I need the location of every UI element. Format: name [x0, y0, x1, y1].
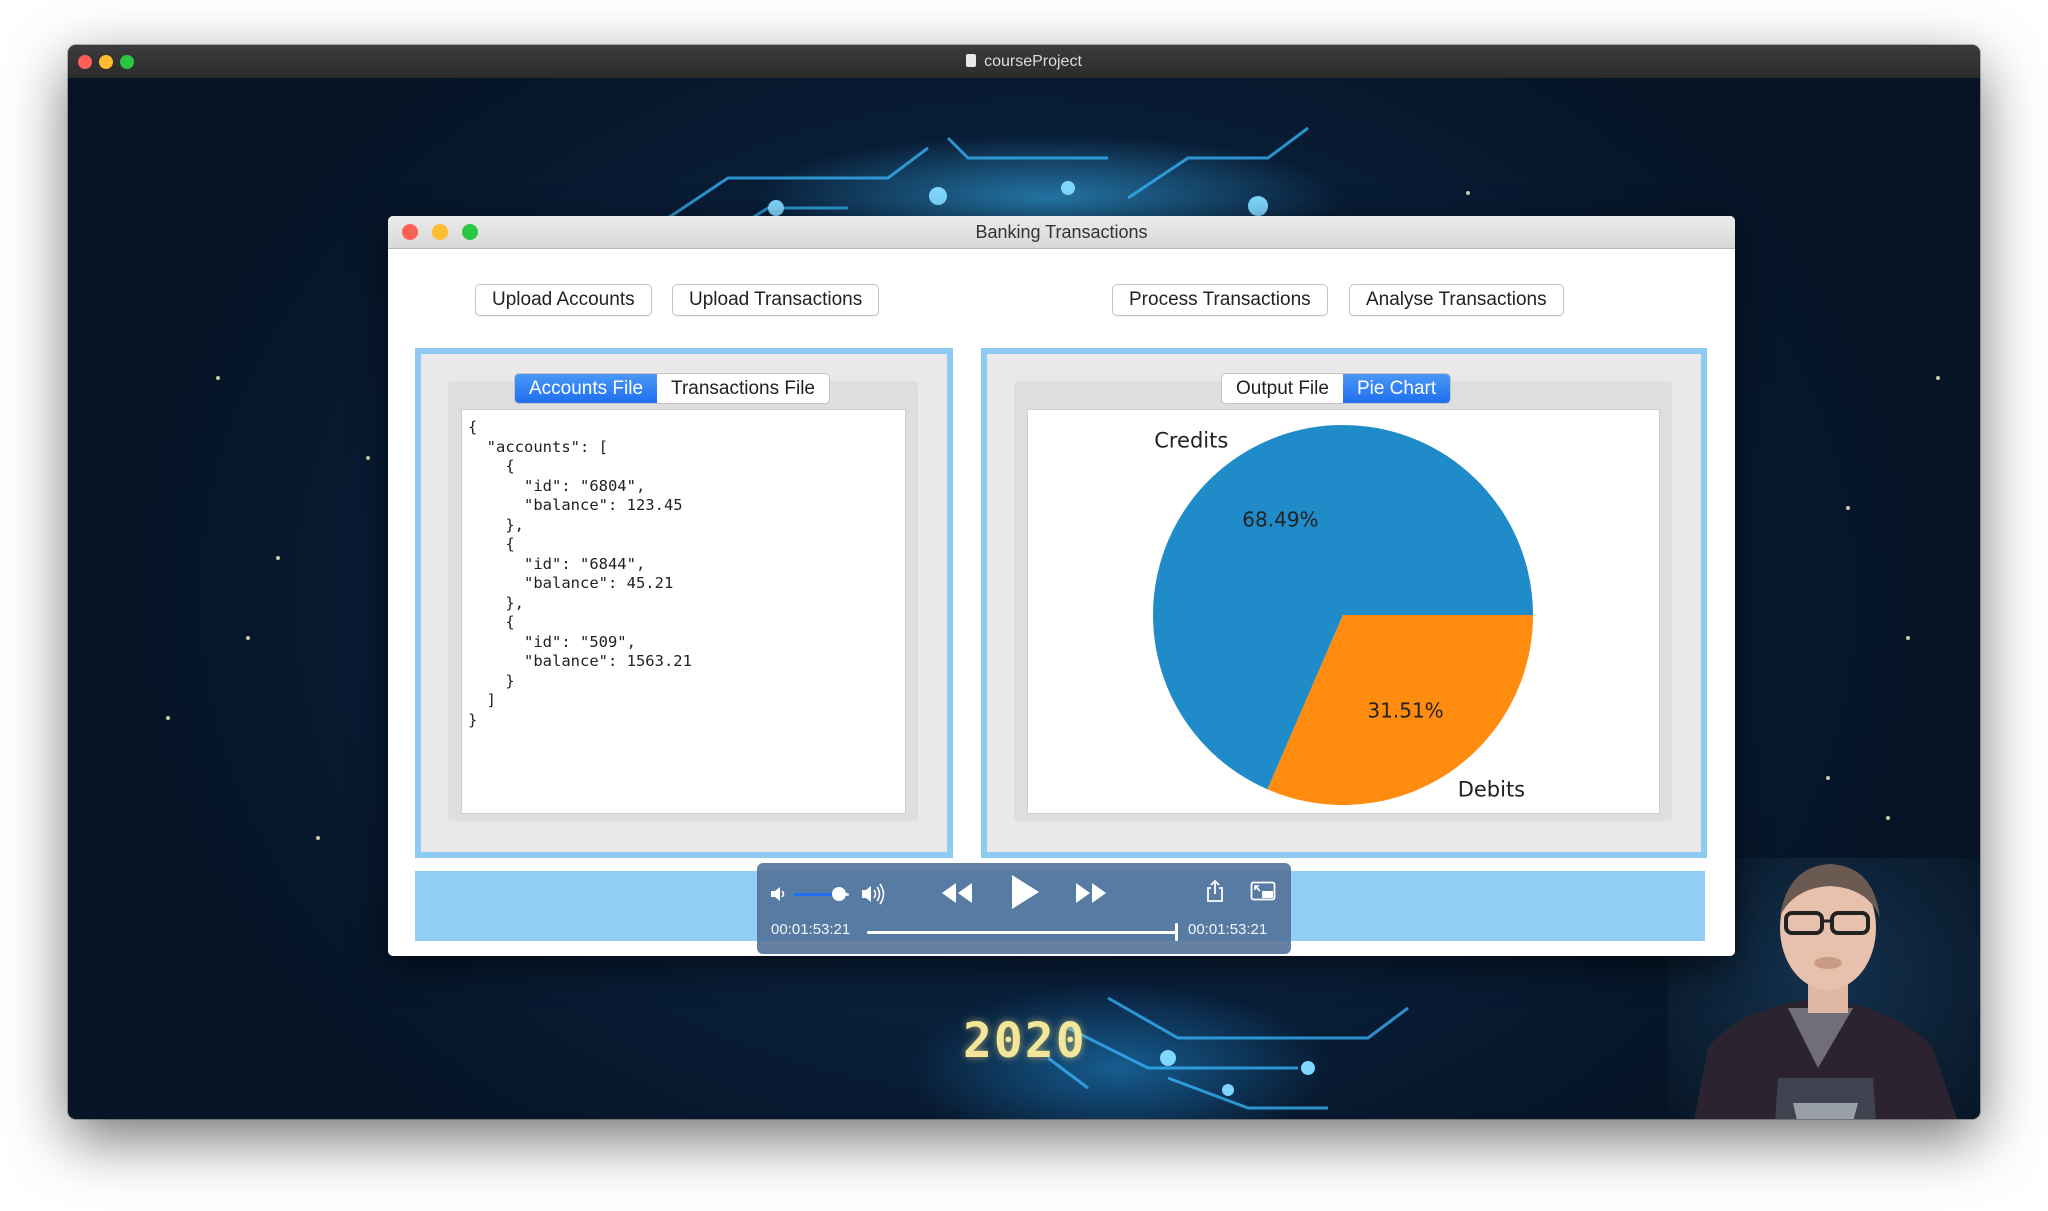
app-title: Banking Transactions	[975, 222, 1148, 242]
share-icon[interactable]	[1205, 879, 1225, 903]
pie-chart-area: 68.49% Credits 31.51% Debits	[1027, 409, 1660, 814]
scrubber-progress	[867, 931, 1177, 934]
upload-accounts-button[interactable]: Upload Accounts	[475, 284, 652, 316]
media-controls: 00:01:53:21 00:01:53:21	[757, 863, 1291, 954]
year-label: 2020	[963, 1013, 1087, 1069]
pie-category-label-debits: Debits	[1458, 778, 1525, 802]
pie-category-label-credits: Credits	[1154, 428, 1228, 452]
volume-low-icon[interactable]	[769, 885, 787, 903]
accounts-panel: Accounts File Transactions File { "accou…	[415, 348, 953, 858]
banking-app-window: Banking Transactions Upload Accounts Upl…	[388, 216, 1735, 956]
accounts-json-text: { "accounts": [ { "id": "6804", "balance…	[468, 418, 692, 729]
process-transactions-button[interactable]: Process Transactions	[1112, 284, 1328, 316]
pie-percent-label-debits: 31.51%	[1367, 698, 1443, 722]
app-titlebar: Banking Transactions	[388, 216, 1735, 249]
volume-slider-knob[interactable]	[831, 887, 846, 901]
scrubber-handle[interactable]	[1175, 923, 1178, 941]
right-tabbar: Output File Pie Chart	[1221, 373, 1452, 404]
left-tabbar: Accounts File Transactions File	[514, 373, 831, 404]
analyse-transactions-button[interactable]: Analyse Transactions	[1349, 284, 1564, 316]
player-titlebar: courseProject	[68, 45, 1980, 79]
player-title: courseProject	[68, 45, 1980, 78]
picture-in-picture-icon[interactable]	[1250, 881, 1276, 903]
elapsed-time: 00:01:53:21	[771, 921, 851, 938]
accounts-file-viewer[interactable]: { "accounts": [ { "id": "6804", "balance…	[461, 409, 906, 814]
fast-forward-icon[interactable]	[1074, 880, 1108, 906]
tab-pie-chart[interactable]: Pie Chart	[1342, 374, 1451, 403]
scrubber-track[interactable]	[867, 931, 1177, 934]
tab-accounts-file[interactable]: Accounts File	[515, 374, 658, 403]
tab-transactions-file[interactable]: Transactions File	[657, 374, 829, 403]
play-icon[interactable]	[1009, 873, 1041, 911]
tab-output-file[interactable]: Output File	[1222, 374, 1343, 403]
player-title-text: courseProject	[984, 53, 1082, 70]
pie-chart: 68.49% Credits 31.51% Debits	[1153, 425, 1533, 805]
volume-high-icon[interactable]	[860, 883, 886, 905]
pie-percent-label-credits: 68.49%	[1242, 508, 1318, 532]
rewind-icon[interactable]	[940, 880, 974, 906]
results-panel: Output File Pie Chart 68.49% Credits 31.51…	[981, 348, 1707, 858]
volume-slider[interactable]	[793, 887, 849, 901]
remaining-time: 00:01:53:21	[1188, 921, 1268, 938]
upload-transactions-button[interactable]: Upload Transactions	[672, 284, 880, 316]
document-icon	[966, 54, 977, 67]
